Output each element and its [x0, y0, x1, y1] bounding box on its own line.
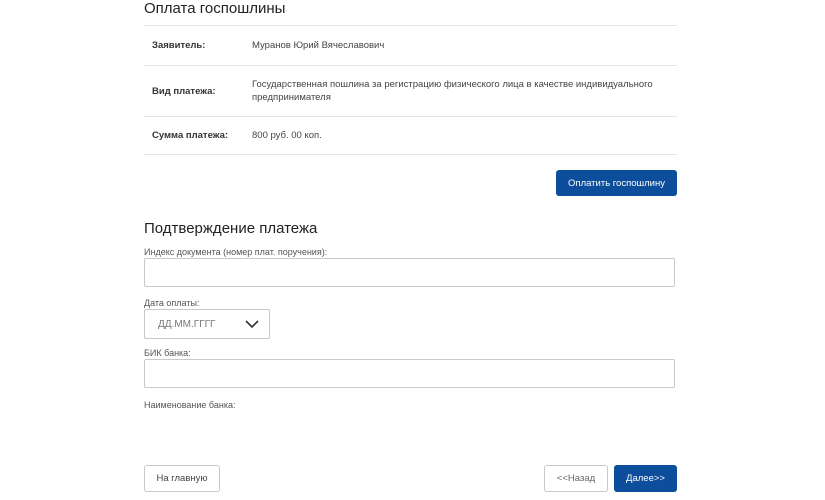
back-button[interactable]: <<Назад: [544, 465, 608, 492]
bik-label: БИК банка:: [144, 348, 191, 358]
home-button[interactable]: На главную: [144, 465, 220, 492]
confirmation-section-title: Подтверждение платежа: [144, 220, 318, 237]
payment-section-title: Оплата госпошлины: [144, 0, 286, 17]
bik-input[interactable]: [144, 359, 675, 388]
applicant-row: Заявитель: Муранов Юрий Вячеславович: [144, 26, 677, 66]
document-index-input[interactable]: [144, 258, 675, 287]
document-index-label: Индекс документа (номер плат. поручения)…: [144, 247, 328, 257]
payment-date-placeholder: ДД.ММ.ГГГГ: [158, 318, 216, 330]
payment-amount-value: 800 руб. 00 коп.: [252, 130, 322, 141]
applicant-value: Муранов Юрий Вячеславович: [252, 40, 385, 51]
next-button[interactable]: Далее>>: [614, 465, 677, 492]
payment-date-label: Дата оплаты:: [144, 298, 200, 308]
payment-info-table: Заявитель: Муранов Юрий Вячеславович Вид…: [144, 25, 677, 155]
payment-amount-row: Сумма платежа: 800 руб. 00 коп.: [144, 117, 677, 155]
payment-amount-label: Сумма платежа:: [152, 130, 229, 141]
payment-type-row: Вид платежа: Государственная пошлина за …: [144, 66, 677, 117]
applicant-label: Заявитель:: [152, 40, 206, 51]
pay-fee-button[interactable]: Оплатить госпошлину: [556, 170, 677, 196]
payment-date-select[interactable]: ДД.ММ.ГГГГ: [144, 309, 270, 339]
chevron-down-icon: [245, 319, 259, 328]
payment-type-value: Государственная пошлина за регистрацию ф…: [252, 79, 653, 103]
payment-type-label: Вид платежа:: [152, 85, 216, 97]
bank-name-label: Наименование банка:: [144, 400, 236, 410]
